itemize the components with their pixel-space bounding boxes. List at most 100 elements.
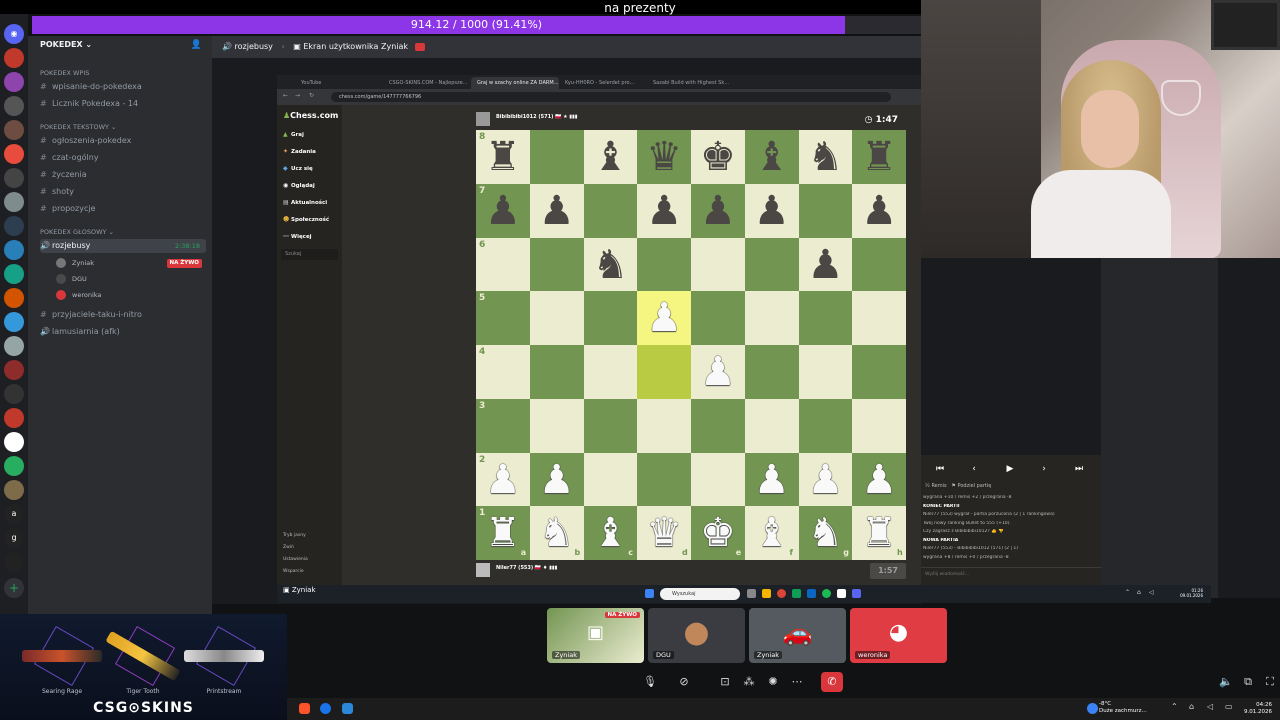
black-piece-a7[interactable]: ♟ (476, 184, 530, 238)
browser-tab[interactable]: CSGO-SKINS.COM - Najlepsze... (383, 77, 471, 89)
back-icon[interactable]: ← (283, 92, 288, 99)
voice-user[interactable]: weronika (56, 288, 206, 302)
browser-icon[interactable] (320, 703, 331, 714)
app-icon[interactable] (342, 703, 353, 714)
server-icon[interactable] (4, 192, 24, 212)
server-icon[interactable] (4, 216, 24, 236)
server-icon[interactable] (4, 72, 24, 92)
board-square-d3[interactable] (637, 398, 691, 453)
black-piece-h8[interactable]: ♜ (852, 130, 906, 184)
microphone-icon[interactable]: 🎙 (639, 672, 661, 692)
server-icon[interactable] (4, 432, 24, 452)
popout-icon[interactable]: ⧉ (1237, 672, 1259, 692)
app-icon[interactable] (807, 589, 816, 598)
collapse-button[interactable]: Zwiń (283, 545, 294, 550)
add-server-icon[interactable]: + (4, 578, 24, 598)
reload-icon[interactable]: ↻ (309, 92, 314, 99)
board-square-e2[interactable] (691, 452, 745, 507)
board-square-f4[interactable] (744, 345, 799, 399)
nav-watch[interactable]: ◉ Oglądaj (283, 182, 315, 189)
last-move-button[interactable]: ⏭ (1064, 461, 1094, 477)
white-piece-h1[interactable]: ♜ (852, 506, 906, 560)
white-piece-f1[interactable]: ♝ (745, 506, 799, 560)
board-square-h5[interactable] (852, 291, 906, 345)
white-piece-g2[interactable]: ♟ (799, 453, 853, 507)
white-piece-h2[interactable]: ♟ (852, 453, 906, 507)
browser-tab[interactable]: Kyu-HH0RO - Selerdet pro... (559, 77, 647, 89)
white-piece-f2[interactable]: ♟ (745, 453, 799, 507)
chess-logo[interactable]: ♟Chess.com (283, 111, 338, 120)
board-square-d4[interactable] (637, 345, 691, 399)
channel-item[interactable]: # propozycje (40, 202, 206, 216)
chat-input[interactable]: Wyślij wiadomość... (921, 567, 1101, 581)
taskbar-search[interactable]: Wyszukaj (660, 588, 740, 600)
board-square-h4[interactable] (852, 345, 906, 399)
server-icon[interactable] (4, 456, 24, 476)
black-piece-c6[interactable]: ♞ (584, 238, 638, 292)
channel-item[interactable]: # wpisanie-do-pokedexa (40, 80, 206, 94)
board-square-g7[interactable] (798, 183, 853, 238)
board-square-g5[interactable] (798, 291, 853, 345)
spotify-icon[interactable] (822, 589, 831, 598)
more-options-icon[interactable]: ⋯ (786, 672, 808, 692)
participant-tile[interactable]: 🚗 Zyniak (749, 608, 846, 663)
board-square-h3[interactable] (852, 398, 906, 453)
channel-item[interactable]: # przyjaciele-taku-i-nitro (40, 308, 206, 322)
url-input[interactable]: chess.com/game/147777766796 (331, 92, 891, 102)
server-icon[interactable] (4, 120, 24, 140)
board-square-d6[interactable] (637, 237, 691, 292)
black-piece-f8[interactable]: ♝ (745, 130, 799, 184)
black-piece-f7[interactable]: ♟ (745, 184, 799, 238)
server-icon[interactable] (4, 240, 24, 260)
board-square-f3[interactable] (744, 398, 799, 453)
nav-more[interactable]: ⋯ Więcej (283, 233, 312, 240)
server-icon[interactable]: g (4, 528, 24, 548)
server-icon[interactable] (4, 168, 24, 188)
chrome-icon[interactable] (777, 589, 786, 598)
board-square-b6[interactable] (529, 237, 584, 292)
white-piece-b2[interactable]: ♟ (530, 453, 584, 507)
board-square-c2[interactable] (583, 452, 638, 507)
board-square-b3[interactable] (529, 398, 584, 453)
fullscreen-icon[interactable]: ⛶ (1259, 672, 1280, 692)
channel-item[interactable]: # życzenia (40, 168, 206, 182)
chess-app-icon[interactable] (837, 589, 846, 598)
channel-item[interactable]: # czat-ogólny (40, 151, 206, 165)
add-member-icon[interactable]: 👤 (191, 40, 202, 50)
opponent-name[interactable]: Bibibibibi1012 (571) 🇵🇱 ★ ▮▮▮ (496, 114, 578, 120)
board-square-h6[interactable] (852, 237, 906, 292)
category-label[interactable]: POKEDEX Wpis (40, 69, 89, 77)
play-button[interactable]: ▶ (995, 461, 1025, 477)
forward-icon[interactable]: → (295, 92, 300, 99)
nav-play[interactable]: ▲ Graj (283, 131, 304, 138)
black-piece-g8[interactable]: ♞ (799, 130, 853, 184)
channel-item[interactable]: # Licznik Pokedexa - 14 (40, 97, 206, 111)
board-square-c7[interactable] (583, 183, 638, 238)
category-label[interactable]: POKEDEX Tekstowy ⌄ (40, 123, 117, 131)
brave-icon[interactable] (299, 703, 310, 714)
board-square-d2[interactable] (637, 452, 691, 507)
first-move-button[interactable]: ⏮ (925, 461, 955, 477)
support-link[interactable]: Wsparcie (283, 569, 304, 574)
browser-tab-active[interactable]: Graj w szachy online ZA DARM... (471, 77, 559, 89)
server-icon[interactable] (4, 480, 24, 500)
white-piece-a1[interactable]: ♜ (476, 506, 530, 560)
windows-start-icon[interactable] (645, 589, 654, 598)
camera-off-icon[interactable]: ⊘ (673, 672, 695, 692)
nav-puzzles[interactable]: ✦ Zadania (283, 148, 316, 155)
board-square-e3[interactable] (691, 398, 745, 453)
nav-learn[interactable]: ◆ Ucz się (283, 165, 313, 172)
board-square-f5[interactable] (744, 291, 799, 345)
category-label[interactable]: POKEDEX GŁOSOWY ⌄ (40, 228, 114, 236)
board-square-b5[interactable] (529, 291, 584, 345)
black-piece-e7[interactable]: ♟ (691, 184, 745, 238)
chess-board[interactable]: 8 7 6 5 4 3 2 1 a b c d e f g h ♜ ♝ ♛ ♚ ♝ ♞ ♜ ♟ ♟ ♟ ♟ ♟ ♟ ♞ ♟ ♟ ♟ ♟ ♟ ♟ ♟ ♟ ♜ ♞… (476, 130, 906, 560)
activities-icon[interactable]: ⁂ (738, 672, 760, 692)
server-icon[interactable] (4, 360, 24, 380)
voice-user[interactable]: DGU (56, 272, 206, 286)
board-square-c5[interactable] (583, 291, 638, 345)
black-piece-c8[interactable]: ♝ (584, 130, 638, 184)
screen-share-icon[interactable]: ⊡ (714, 672, 736, 692)
next-move-button[interactable]: › (1029, 461, 1059, 477)
os-clock[interactable]: 04:26 9.01.2026 (1244, 702, 1272, 716)
